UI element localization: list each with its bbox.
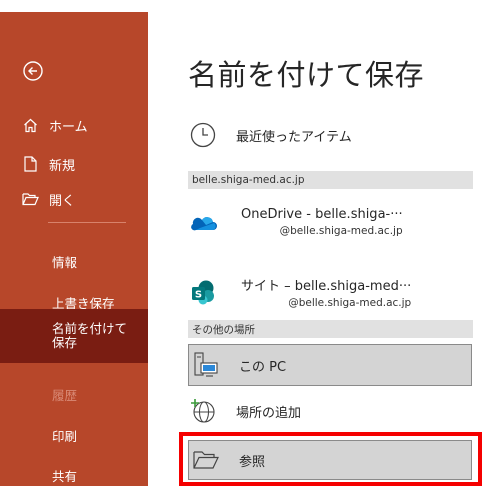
sidebar-item-label: 情報 (52, 254, 78, 270)
add-place-label: 場所の追加 (236, 405, 302, 421)
home-icon (21, 116, 39, 134)
onedrive-icon (188, 208, 218, 238)
onedrive-text: OneDrive - belle.shiga-··· @belle.shiga-… (241, 207, 403, 237)
backstage-sidebar: ホーム 新規 開く 情報 上書き保存 名前を付けて保存 履歴 印刷 共有 (0, 12, 148, 486)
add-place-icon (188, 396, 218, 426)
section-header-org: belle.shiga-med.ac.jp (188, 171, 473, 189)
sharepoint-text: サイト – belle.shiga-med··· @belle.shiga-me… (241, 275, 411, 309)
this-pc-label: この PC (239, 359, 287, 375)
sidebar-item-print[interactable]: 印刷 (0, 417, 148, 453)
onedrive-label: OneDrive - belle.shiga-··· (241, 207, 403, 222)
sidebar-item-label: ホーム (49, 119, 88, 135)
sidebar-item-label: 名前を付けて保存 (52, 321, 128, 350)
sharepoint-icon: S (188, 277, 218, 307)
sidebar-item-label: 印刷 (52, 428, 78, 444)
sidebar-item-history: 履歴 (0, 376, 148, 412)
sidebar-item-open[interactable]: 開く (0, 181, 148, 217)
backstage-view: ホーム 新規 開く 情報 上書き保存 名前を付けて保存 履歴 印刷 共有 名前を… (0, 0, 497, 486)
sidebar-item-label: 履歴 (52, 387, 78, 403)
onedrive-account: @belle.shiga-med.ac.jp (279, 225, 403, 237)
sidebar-item-home[interactable]: ホーム (0, 107, 148, 143)
sidebar-divider (48, 222, 126, 223)
clock-icon (188, 120, 218, 150)
new-document-icon (21, 155, 39, 173)
recent-items-label: 最近使ったアイテム (236, 129, 352, 145)
browse-label: 参照 (239, 454, 266, 470)
svg-text:S: S (195, 290, 202, 301)
open-folder-icon (21, 190, 39, 208)
back-button[interactable] (22, 60, 44, 82)
save-as-panel: 名前を付けて保存 最近使ったアイテム belle.shiga-med.ac.jp… (148, 0, 497, 486)
browse-row[interactable]: 参照 (188, 440, 472, 480)
this-pc-row[interactable]: この PC (188, 344, 472, 386)
sidebar-item-new[interactable]: 新規 (0, 146, 148, 182)
section-header-other: その他の場所 (188, 320, 473, 338)
add-place-row[interactable]: 場所の追加 (188, 396, 473, 426)
computer-icon (191, 350, 221, 380)
sidebar-item-label: 共有 (52, 468, 78, 484)
sidebar-item-info[interactable]: 情報 (0, 243, 148, 279)
sidebar-item-save-as[interactable]: 名前を付けて保存 (0, 309, 148, 363)
back-arrow-icon (23, 61, 43, 81)
browse-folder-icon (191, 445, 221, 475)
recent-items-row[interactable]: 最近使ったアイテム (188, 120, 473, 150)
page-title: 名前を付けて保存 (188, 58, 425, 92)
sidebar-item-label: 開く (49, 193, 76, 209)
sidebar-item-label: 新規 (49, 158, 76, 174)
sharepoint-account: @belle.shiga-med.ac.jp (288, 297, 412, 309)
sidebar-item-share[interactable]: 共有 (0, 457, 148, 486)
sharepoint-label: サイト – belle.shiga-med··· (241, 279, 412, 294)
